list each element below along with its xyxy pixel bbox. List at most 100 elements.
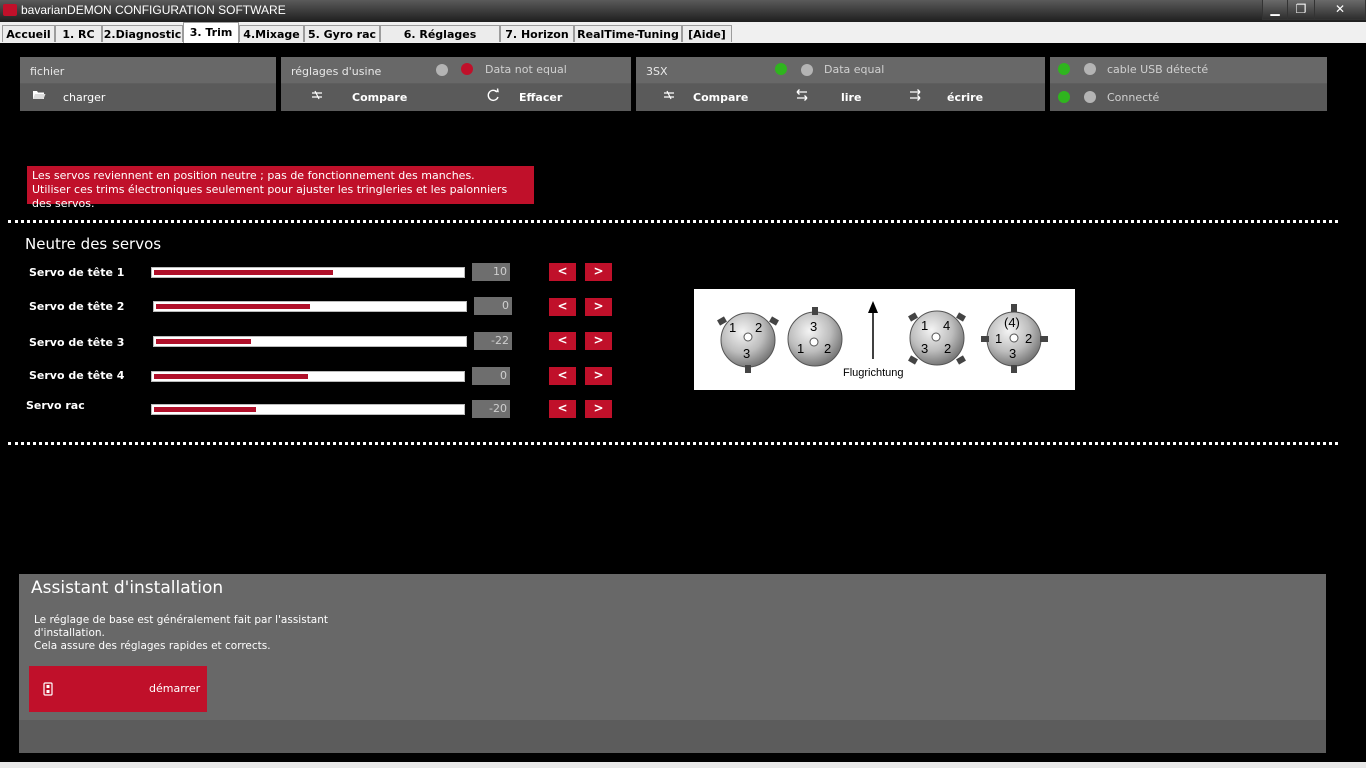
start-assistant-button[interactable]: démarrer: [29, 666, 207, 712]
read-arrows-icon: [795, 88, 809, 105]
servo-2-label: Servo de tête 2: [29, 300, 125, 313]
servo-4-increase-button[interactable]: >: [585, 367, 612, 385]
tab-gyro-rac[interactable]: 5. Gyro rac: [304, 25, 380, 42]
factory-status-text: Data not equal: [485, 63, 567, 76]
assistant-desc-line-3: Cela assure des réglages rapides et corr…: [34, 640, 271, 652]
servo-connector-diagram: 1 2 3 3 1 2 Flugrichtung 1 4 3 2 (4) 1 2…: [694, 289, 1075, 390]
servo-3-decrease-button[interactable]: <: [549, 332, 576, 350]
connector-3-pin-3: 3: [921, 341, 928, 356]
factory-panel-header: réglages d'usine: [291, 65, 382, 78]
servo-2-decrease-button[interactable]: <: [549, 298, 576, 316]
write-arrows-icon: [908, 88, 922, 105]
servo-3-value[interactable]: -22: [474, 332, 512, 350]
folder-open-icon: [32, 89, 46, 104]
servo-1-increase-button[interactable]: >: [585, 263, 612, 281]
connector-2-pin-1: 1: [797, 341, 804, 356]
servo-2-value[interactable]: 0: [474, 297, 512, 315]
minimize-button[interactable]: ▁: [1262, 0, 1288, 20]
usb-status-grey-indicator: [1084, 63, 1096, 75]
start-label: démarrer: [149, 682, 201, 695]
tab-aide[interactable]: [Aide]: [682, 25, 732, 42]
maximize-icon: ❐: [1295, 2, 1307, 16]
clear-button[interactable]: Effacer: [481, 84, 621, 111]
tab-reglages-rigide[interactable]: 6. Réglages RIGIDE: [380, 25, 500, 58]
connector-1-pin-2: 2: [755, 320, 762, 335]
close-button[interactable]: ✕: [1314, 0, 1366, 20]
servo-4-decrease-button[interactable]: <: [549, 367, 576, 385]
write-label: écrire: [947, 91, 984, 104]
servo-rac-decrease-button[interactable]: <: [549, 400, 576, 418]
connected-label: Connecté: [1107, 91, 1160, 104]
factory-status-grey-indicator: [436, 64, 448, 76]
model-compare-button[interactable]: Compare: [656, 84, 786, 111]
servo-1-label: Servo de tête 1: [29, 266, 125, 279]
tab-realtime-tuning[interactable]: RealTime-Tuning: [574, 25, 682, 42]
app-logo-icon: [3, 4, 17, 16]
servo-4-slider[interactable]: [151, 371, 465, 382]
model-compare-label: Compare: [693, 91, 749, 104]
read-button[interactable]: lire: [791, 84, 901, 111]
connector-3-icon: 1 4 3 2: [908, 310, 966, 366]
servo-3-slider-fill: [156, 339, 251, 344]
servo-1-value[interactable]: 10: [472, 263, 510, 281]
servo-1-slider[interactable]: [151, 267, 465, 278]
tab-horizon[interactable]: 7. Horizon: [500, 25, 574, 42]
model-panel: 3SX Data equal Compare lire écrire: [636, 57, 1045, 111]
model-status-text: Data equal: [824, 63, 885, 76]
servo-2-increase-button[interactable]: >: [585, 298, 612, 316]
flight-direction-caption: Flugrichtung: [843, 367, 904, 379]
servo-1-decrease-button[interactable]: <: [549, 263, 576, 281]
tab-diagnostic[interactable]: 2.Diagnostic: [102, 25, 183, 42]
remote-control-icon: [43, 682, 53, 699]
connected-grey-indicator: [1084, 91, 1096, 103]
status-bar: [0, 762, 1366, 768]
tab-mixage[interactable]: 4.Mixage: [239, 25, 304, 42]
servo-3-label: Servo de tête 3: [29, 336, 125, 349]
tab-rc[interactable]: 1. RC: [55, 25, 102, 42]
connector-4-icon: (4) 1 2 3: [981, 304, 1048, 373]
usb-status-green-indicator: [1058, 63, 1070, 75]
read-label: lire: [841, 91, 862, 104]
connected-green-indicator: [1058, 91, 1070, 103]
connector-2-icon: 3 1 2: [787, 307, 843, 367]
servo-rac-increase-button[interactable]: >: [585, 400, 612, 418]
servo-3-slider[interactable]: [153, 336, 467, 347]
servo-rac-slider[interactable]: [151, 404, 465, 415]
connector-4-pin-4: (4): [1004, 315, 1020, 330]
factory-compare-button[interactable]: Compare: [301, 84, 451, 111]
maximize-button[interactable]: ❐: [1287, 0, 1315, 20]
connector-1-icon: 1 2 3: [717, 312, 779, 373]
servo-section-title: Neutre des servos: [25, 235, 162, 253]
write-button[interactable]: écrire: [904, 84, 1034, 111]
compare-icon: [663, 89, 675, 104]
file-panel: fichier charger: [20, 57, 276, 111]
servo-2-slider[interactable]: [153, 301, 467, 312]
servo-rac-label: Servo rac: [26, 399, 85, 412]
tab-trim[interactable]: 3. Trim: [183, 22, 239, 43]
divider-bottom: [8, 442, 1338, 445]
connector-1-pin-3: 3: [743, 346, 750, 361]
model-panel-header: 3SX: [646, 65, 668, 78]
flight-direction-arrow-icon: [868, 301, 878, 359]
assistant-description: Le réglage de base est généralement fait…: [34, 614, 334, 653]
connector-2-pin-2: 2: [824, 341, 831, 356]
compare-icon: [311, 89, 323, 104]
installation-assistant-panel: Assistant d'installation Le réglage de b…: [19, 574, 1326, 753]
assistant-desc-line-2: d'installation.: [34, 627, 105, 639]
servo-4-value[interactable]: 0: [472, 367, 510, 385]
factory-settings-panel: réglages d'usine Data not equal Compare …: [281, 57, 631, 111]
servo-2-slider-fill: [156, 304, 310, 309]
servo-1-slider-fill: [154, 270, 333, 275]
connector-4-pin-1: 1: [995, 331, 1002, 346]
tab-accueil[interactable]: Accueil: [2, 25, 55, 42]
load-label: charger: [63, 91, 106, 104]
load-button[interactable]: charger: [20, 84, 276, 111]
model-status-grey-indicator: [801, 64, 813, 76]
servo-rac-slider-fill: [154, 407, 256, 412]
servo-rac-value[interactable]: -20: [472, 400, 510, 418]
title-bar: bavarianDEMON CONFIGURATION SOFTWARE ▁ ❐…: [0, 0, 1366, 22]
connector-1-pin-1: 1: [729, 320, 736, 335]
servo-3-increase-button[interactable]: >: [585, 332, 612, 350]
connection-panel: cable USB détecté Connecté: [1050, 57, 1327, 111]
model-status-green-indicator: [775, 63, 787, 75]
